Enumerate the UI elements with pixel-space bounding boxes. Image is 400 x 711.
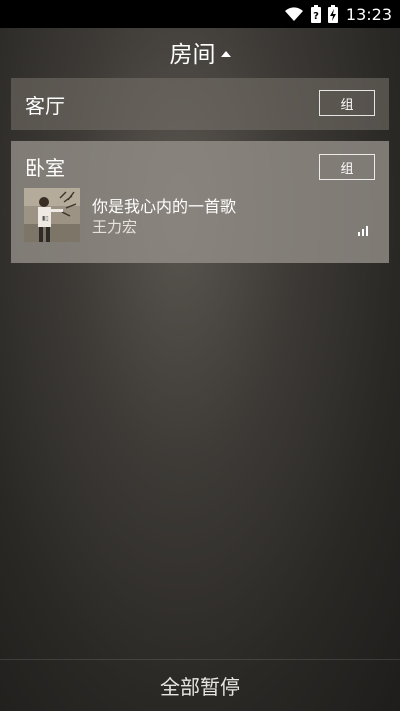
wifi-icon — [284, 6, 304, 22]
volume-bars-icon — [358, 221, 370, 240]
pause-all-button[interactable]: 全部暂停 — [0, 660, 400, 711]
status-time: 13:23 — [345, 4, 392, 24]
page-title: 房间 — [169, 42, 216, 68]
artist-name: 王力宏 — [92, 218, 138, 236]
room-name: 客厅 — [25, 94, 65, 118]
room-card-living-room[interactable]: 客厅 组 — [11, 78, 389, 130]
svg-text:?: ? — [313, 11, 319, 22]
battery-charging-icon — [327, 5, 338, 23]
caret-up-icon — [220, 51, 231, 57]
album-art-image: ▮▯ — [24, 188, 80, 242]
rooms-header[interactable]: 房间 — [0, 28, 400, 76]
battery-unknown-icon: ? — [310, 5, 321, 23]
room-card-bedroom[interactable]: 卧室 组 ▮▯ 你是我心内的一首歌 王力宏 — [11, 141, 389, 263]
svg-text:▮▯: ▮▯ — [42, 215, 49, 222]
group-button[interactable]: 组 — [319, 154, 375, 180]
now-playing[interactable]: ▮▯ 你是我心内的一首歌 王力宏 — [24, 188, 376, 244]
status-bar: ? 13:23 — [0, 0, 400, 28]
room-name: 卧室 — [25, 156, 65, 180]
group-button[interactable]: 组 — [319, 90, 375, 116]
song-title: 你是我心内的一首歌 — [92, 197, 237, 216]
